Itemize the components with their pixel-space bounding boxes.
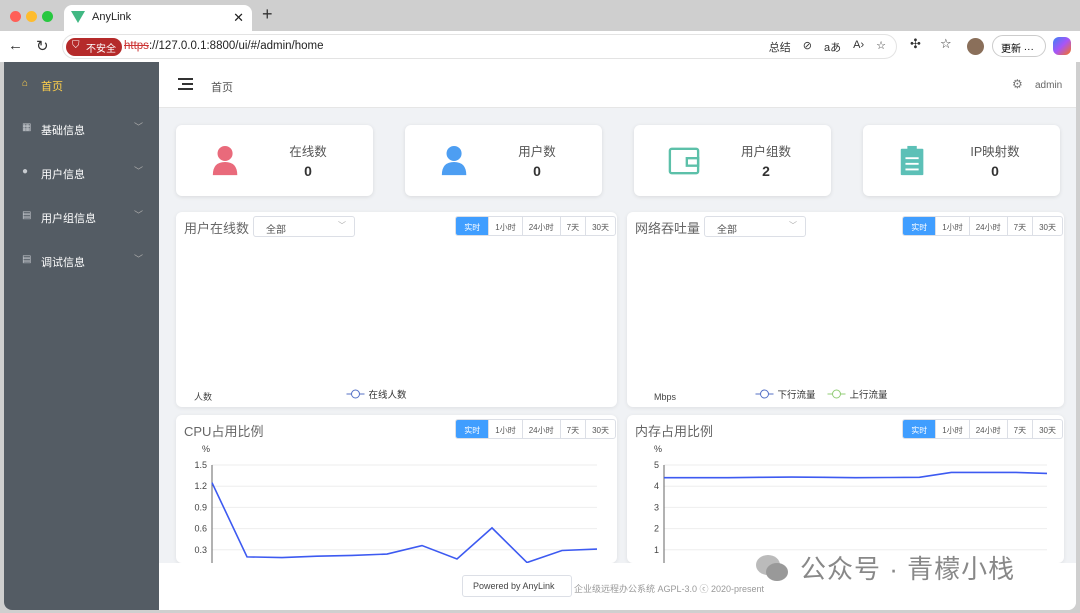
browser-toolbar: ← ↻ 不安全 https://127.0.0.1:8800/ui/#/admi… [0, 31, 1080, 62]
sidebar-item-3[interactable]: ▤ 用户组信息 ﹀ [4, 194, 159, 238]
y-tick-label: 1 [654, 545, 659, 555]
legend-label: 在线人数 [369, 389, 408, 401]
clipboard-icon: ▤ [22, 254, 32, 265]
stat-card: IP映射数 0 [863, 125, 1060, 196]
clipboard-icon [900, 145, 924, 176]
legend-marker-circle [832, 389, 841, 399]
y-axis-label: % [202, 444, 210, 454]
y-tick-label: 1.2 [194, 481, 207, 491]
stat-value: 0 [533, 163, 541, 179]
menu-toggle-icon[interactable] [178, 78, 193, 90]
legend-label: 下行流量 [778, 389, 817, 401]
tab-title: AnyLink [92, 11, 132, 23]
address-bar[interactable]: 不安全 https://127.0.0.1:8800/ui/#/admin/ho… [62, 34, 897, 59]
chart-panel: 网络吞吐量全部﹀实时1小时24小时7天30天Mbps00.20.40.60.81… [627, 212, 1064, 407]
sidebar-item-label: 调试信息 [41, 257, 85, 269]
stat-label: 用户组数 [740, 145, 791, 159]
user-icon [441, 145, 467, 176]
vue-logo-icon [71, 11, 85, 23]
user-icon: ● [22, 166, 29, 177]
stat-value: 2 [762, 163, 770, 179]
legend-label: 上行流量 [850, 389, 889, 401]
copilot-icon[interactable] [1053, 37, 1071, 55]
stat-label: IP映射数 [970, 145, 1020, 159]
main-content: 首页 ⚙ admin 在线数 0 用户数 0 用户组数 2 IP映射数 0 用户在线数 全部 ﹀ 实… [159, 62, 1076, 610]
gear-icon[interactable]: ⚙ [1012, 77, 1023, 91]
sidebar-item-4[interactable]: ▤ 调试信息 ﹀ [4, 238, 159, 282]
y-tick-label: 0.9 [194, 502, 207, 512]
browser-tab-bar: AnyLink ✕ + [0, 0, 1080, 32]
y-tick-label: 0.6 [194, 524, 207, 534]
powered-by-button[interactable]: Powered by AnyLink [462, 575, 572, 597]
chevron-down-icon: ﹀ [133, 122, 143, 132]
stat-value: 0 [991, 163, 999, 179]
breadcrumb[interactable]: 首页 [211, 79, 233, 95]
y-tick-label: 2 [654, 524, 659, 534]
wallet-icon [668, 147, 700, 175]
favorite-star-icon[interactable]: ☆ [876, 39, 886, 55]
y-tick-label: 4 [654, 481, 659, 491]
user-icon [212, 145, 238, 176]
read-aloud-icon[interactable]: A› [853, 39, 864, 55]
app-window: ⌂ 首页 ▦ 基础信息 ﹀ ● 用户信息 ﹀ ▤ 用户组信息 ﹀ ▤ 调试信息 ﹀ 首页 ⚙ admin … [4, 62, 1076, 610]
stat-label: 在线数 [289, 145, 327, 159]
close-tab-icon[interactable]: ✕ [233, 10, 244, 26]
y-tick-label: 1.5 [194, 460, 207, 470]
y-tick-label: 0.3 [194, 545, 207, 555]
user-menu[interactable]: admin [1035, 80, 1062, 91]
sidebar-item-label: 用户信息 [41, 169, 85, 181]
legend-marker-circle [351, 389, 360, 399]
extensions-icon[interactable]: ✣ [910, 36, 921, 52]
sidebar-item-label: 基础信息 [41, 125, 85, 137]
copyright-text: 企业级远程办公系统 AGPL-3.0 ⓒ 2020-present [574, 584, 765, 594]
sidebar-item-0[interactable]: ⌂ 首页 [4, 62, 159, 106]
profile-avatar[interactable] [967, 38, 984, 55]
wechat-watermark-icon [756, 555, 788, 581]
sidebar-item-label: 用户组信息 [41, 213, 96, 225]
top-header: 首页 ⚙ admin [159, 62, 1076, 108]
stat-card: 用户组数 2 [634, 125, 831, 196]
summarize-button[interactable]: 总结 [769, 39, 791, 55]
security-badge[interactable]: 不安全 [66, 38, 122, 56]
home-icon: ⌂ [22, 78, 29, 89]
legend-marker-circle [760, 389, 769, 399]
new-tab-button[interactable]: + [262, 4, 273, 25]
stat-card: 用户数 0 [405, 125, 602, 196]
y-axis-label: 人数 [194, 391, 212, 402]
sidebar: ⌂ 首页 ▦ 基础信息 ﹀ ● 用户信息 ﹀ ▤ 用户组信息 ﹀ ▤ 调试信息 ﹀ [4, 62, 159, 610]
chevron-down-icon: ﹀ [133, 254, 143, 264]
sidebar-item-1[interactable]: ▦ 基础信息 ﹀ [4, 106, 159, 150]
chevron-down-icon: ﹀ [133, 210, 143, 220]
y-tick-label: 5 [654, 460, 659, 470]
maximize-window-button[interactable] [42, 11, 53, 22]
browser-tab[interactable]: AnyLink ✕ [64, 5, 252, 32]
sidebar-item-2[interactable]: ● 用户信息 ﹀ [4, 150, 159, 194]
chart-panel: CPU占用比例 实时 1小时 24小时 7天 30天% 0.3 0.6 0.9 1.2 1.5 [176, 415, 617, 563]
close-window-button[interactable] [10, 11, 21, 22]
stat-card: 在线数 0 [176, 125, 373, 196]
chart-panel: 内存占用比例 实时 1小时 24小时 7天 30天% 1 2 3 4 5 [627, 415, 1064, 563]
minimize-window-button[interactable] [26, 11, 37, 22]
url-text[interactable]: https://127.0.0.1:8800/ui/#/admin/home [124, 40, 323, 52]
favorites-icon[interactable]: ☆ [940, 36, 952, 52]
series-line [211, 482, 598, 563]
chart-panel: 用户在线数全部﹀实时1小时24小时7天30天人数0109:31:1409:31:… [176, 212, 617, 407]
clipboard-icon: ▤ [22, 210, 32, 221]
translate-icon[interactable]: aあ [824, 39, 841, 55]
update-button[interactable]: 更新 ··· [992, 35, 1046, 57]
series-line [664, 471, 1048, 479]
back-icon[interactable]: ← [8, 37, 23, 54]
watermark: 公众号 · 青檬小栈 [800, 554, 1016, 584]
y-tick-label: 3 [654, 502, 659, 512]
grid-icon: ▦ [22, 122, 32, 133]
sidebar-item-label: 首页 [41, 81, 63, 93]
y-axis-label: Mbps [654, 392, 677, 402]
stat-label: 用户数 [518, 145, 556, 159]
y-axis-label: % [654, 444, 662, 454]
stat-value: 0 [304, 163, 312, 179]
copilot-page-icon[interactable]: ⊘ [803, 39, 812, 55]
reload-icon[interactable]: ↻ [36, 37, 49, 55]
chevron-down-icon: ﹀ [133, 166, 143, 176]
